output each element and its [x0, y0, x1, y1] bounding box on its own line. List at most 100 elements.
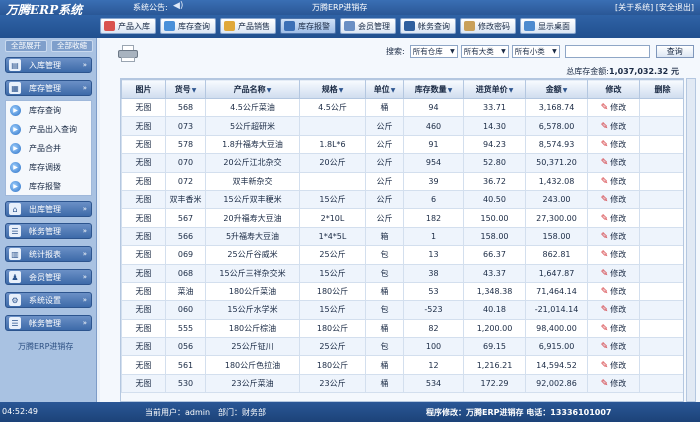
- edit-link[interactable]: ✎ 修改: [601, 324, 627, 334]
- column-header-2[interactable]: 产品名称▼: [205, 79, 300, 99]
- delete-cell[interactable]: [639, 171, 683, 191]
- table-cell: 14.30: [463, 116, 526, 136]
- toolbar-button-4[interactable]: 会员管理: [340, 18, 396, 34]
- edit-link[interactable]: ✎ 修改: [601, 213, 627, 224]
- delete-cell[interactable]: [639, 281, 683, 302]
- delete-cell[interactable]: [639, 208, 683, 228]
- sidebar-group-0[interactable]: ▤ 入库管理 »: [5, 57, 92, 73]
- sidebar-group-1[interactable]: ▦ 库存管理 »: [5, 80, 92, 96]
- table-cell: 1,200.00: [463, 318, 526, 339]
- column-header-3[interactable]: 规格▼: [299, 79, 366, 99]
- sidebar-group-6[interactable]: ⚙ 系统设置 »: [5, 292, 92, 308]
- query-button[interactable]: 查询: [655, 45, 694, 58]
- delete-cell[interactable]: [639, 355, 683, 375]
- printer-icon[interactable]: [117, 44, 139, 62]
- sidebar-group-2[interactable]: ⌂ 出库管理 »: [5, 201, 92, 217]
- table-row: 无图 菜油 180公斤菜油 180公斤桶 53 1,348.38 71,464.14 ✎ 修改: [121, 281, 683, 302]
- submenu-item-4[interactable]: ▶ 库存报警: [6, 177, 91, 196]
- edit-link[interactable]: ✎ 修改: [601, 176, 627, 187]
- table-cell: 无图: [121, 97, 166, 118]
- delete-cell[interactable]: [639, 300, 683, 320]
- edit-link[interactable]: ✎ 修改: [600, 121, 627, 132]
- table-row: 无图 566 5升福寿大豆油 1*4*5L 箱 1 158.00 158.00 ✎ 修改: [121, 226, 683, 247]
- edit-label: 修改: [610, 213, 627, 223]
- sidebar-group-4[interactable]: ▥ 统计报表 »: [5, 246, 92, 262]
- sort-icon: ▼: [447, 86, 453, 94]
- delete-cell[interactable]: [639, 97, 683, 118]
- edit-link[interactable]: ✎ 修改: [601, 269, 627, 279]
- search-input[interactable]: [564, 45, 650, 58]
- toolbar-button-label: 修改密码: [478, 21, 510, 31]
- table-cell: 23公斤: [299, 373, 366, 394]
- edit-link[interactable]: ✎ 修改: [601, 342, 627, 352]
- edit-link[interactable]: ✎ 修改: [601, 232, 627, 242]
- table-cell: 180公斤: [299, 318, 366, 339]
- about-system-link[interactable]: [关于系统]: [615, 3, 653, 12]
- sort-icon: ▼: [508, 86, 514, 94]
- column-header-4[interactable]: 单位▼: [365, 79, 404, 99]
- column-header-7[interactable]: 金额▼: [525, 79, 588, 99]
- edit-link[interactable]: ✎ 修改: [601, 287, 627, 297]
- submenu-item-1[interactable]: ▶ 产品出入查询: [6, 120, 91, 139]
- edit-link[interactable]: ✎ 修改: [601, 250, 627, 260]
- delete-cell[interactable]: [639, 318, 683, 339]
- toolbar-button-1[interactable]: 库存查询: [160, 18, 216, 34]
- column-header-5[interactable]: 库存数量▼: [403, 79, 464, 99]
- sidebar-group-5[interactable]: ♟ 会员管理 »: [5, 269, 92, 285]
- edit-icon: ✎: [600, 121, 609, 132]
- sidebar-group-7[interactable]: ☰ 帐务管理 »: [5, 315, 92, 331]
- table-row: 无图 567 20升福寿大豆油 2*10L 公斤 182 150.00 27,300.00 ✎ 修…: [121, 208, 683, 228]
- table-cell: 158.00: [463, 226, 526, 247]
- submenu-item-3[interactable]: ▶ 库存调拨: [6, 158, 91, 177]
- edit-link[interactable]: ✎ 修改: [601, 305, 627, 315]
- sort-icon: ▼: [191, 86, 197, 94]
- table-cell: 180公斤棕油: [205, 318, 300, 339]
- play-icon: ▶: [10, 143, 21, 154]
- delete-cell[interactable]: [639, 245, 683, 265]
- edit-label: 修改: [610, 103, 627, 113]
- edit-link[interactable]: ✎ 修改: [601, 361, 627, 371]
- toolbar-button-3[interactable]: 库存报警: [280, 18, 336, 34]
- table-cell: 862.81: [525, 245, 588, 265]
- delete-cell[interactable]: [639, 337, 683, 357]
- delete-cell[interactable]: [639, 116, 683, 136]
- logout-link[interactable]: [安全退出]: [656, 3, 694, 12]
- warehouse-select[interactable]: 所有仓库 ▼: [409, 45, 458, 58]
- delete-cell[interactable]: [639, 153, 683, 173]
- expand-all-button[interactable]: 全部展开: [5, 40, 47, 52]
- column-header-6[interactable]: 进货单价▼: [463, 79, 526, 99]
- edit-label: 修改: [610, 250, 627, 260]
- edit-link[interactable]: ✎ 修改: [601, 140, 627, 150]
- table-cell: 1*4*5L: [299, 226, 366, 247]
- sidebar-group-3[interactable]: ☰ 帐务管理 »: [5, 223, 92, 239]
- submenu-item-2[interactable]: ▶ 产品合并: [6, 139, 91, 158]
- edit-label: 修改: [610, 176, 627, 186]
- vertical-scrollbar[interactable]: [686, 78, 696, 402]
- toolbar-button-6[interactable]: 修改密码: [460, 18, 516, 34]
- edit-link[interactable]: ✎ 修改: [601, 158, 627, 168]
- toolbar-button-5[interactable]: 帐务查询: [400, 18, 456, 34]
- table-row: 无图 056 25公斤钲川 25公斤包 100 69.15 6,915.00 ✎ 修改: [121, 337, 683, 357]
- delete-cell[interactable]: [639, 226, 683, 247]
- subcategory-select[interactable]: 所有小类 ▼: [511, 45, 560, 58]
- toolbar-button-2[interactable]: 产品销售: [220, 18, 276, 34]
- edit-link[interactable]: ✎ 修改: [601, 195, 627, 205]
- category-select[interactable]: 所有大类 ▼: [460, 45, 509, 58]
- toolbar-button-label: 会员管理: [358, 21, 390, 31]
- submenu-item-0[interactable]: ▶ 库存查询: [6, 101, 91, 120]
- column-header-1[interactable]: 货号▼: [165, 79, 206, 99]
- delete-cell[interactable]: [639, 189, 683, 210]
- toolbar-button-label: 产品销售: [238, 21, 270, 31]
- edit-link[interactable]: ✎ 修改: [601, 379, 627, 389]
- delete-cell[interactable]: [639, 263, 683, 283]
- toolbar-button-0[interactable]: 产品入库: [100, 18, 156, 34]
- inventory-submenu: ▶ 库存查询 ▶ 产品出入查询 ▶ 产品合并 ▶ 库存调拨 ▶ 库存报警: [5, 100, 92, 196]
- toolbar-button-7[interactable]: 显示桌面: [520, 18, 576, 34]
- edit-link[interactable]: ✎ 修改: [601, 103, 627, 113]
- delete-cell[interactable]: [639, 134, 683, 155]
- delete-cell[interactable]: [639, 373, 683, 394]
- collapse-all-button[interactable]: 全部收缩: [51, 40, 93, 52]
- menu-group-icon: ♟: [9, 271, 21, 283]
- table-cell: 158.00: [525, 226, 588, 247]
- chevron-down-icon: ▼: [501, 48, 506, 55]
